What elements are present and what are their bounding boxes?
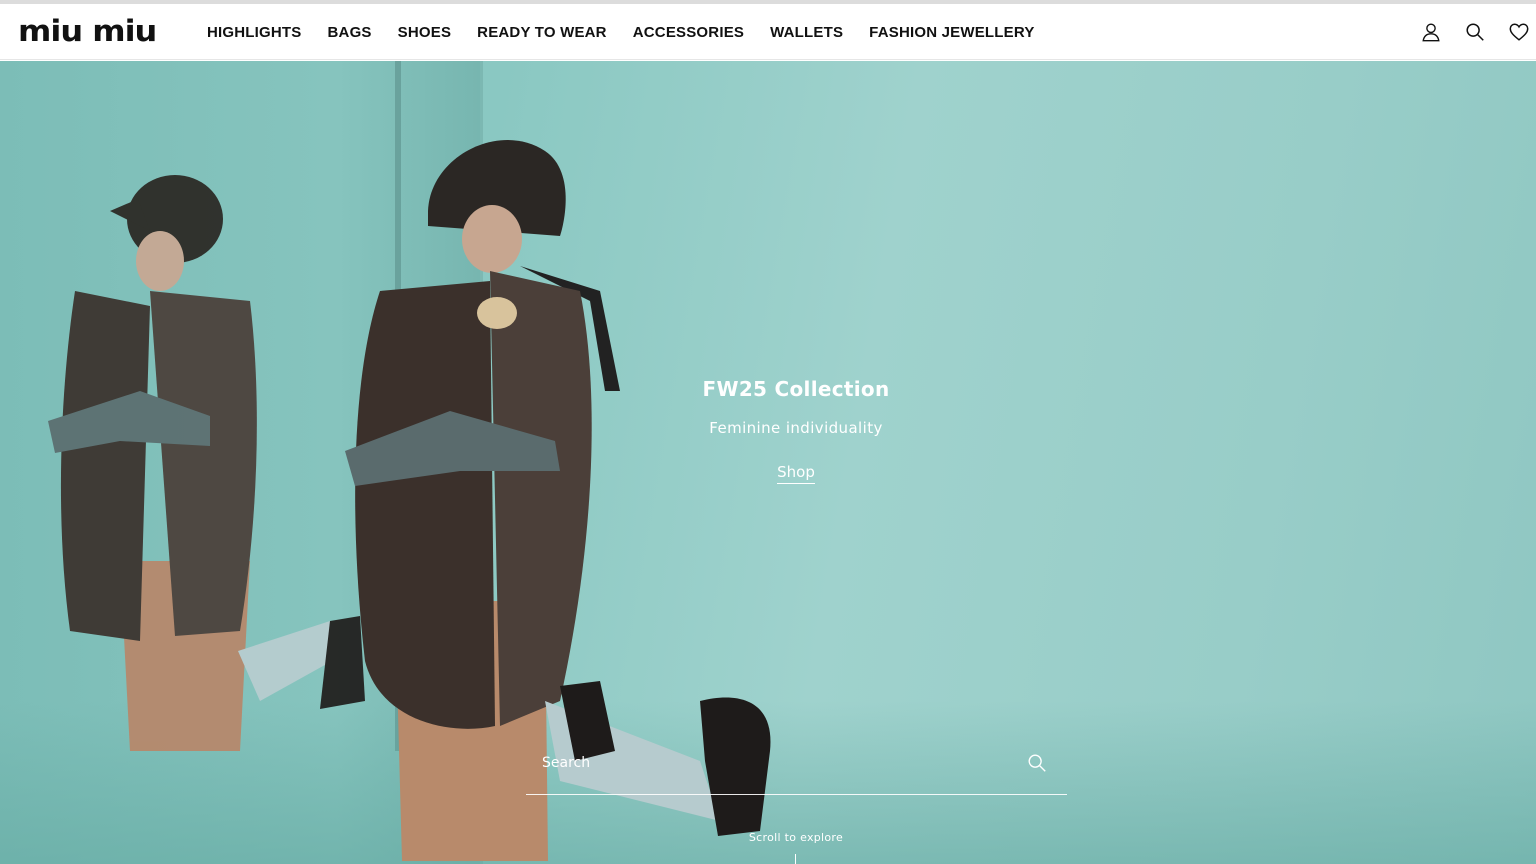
nav-item-highlights[interactable]: HIGHLIGHTS [207, 24, 302, 41]
hero-title: FW25 Collection [702, 377, 890, 401]
brand-logo[interactable]: miu miu [18, 16, 180, 46]
search-icon[interactable] [1464, 21, 1486, 43]
scroll-to-explore-label: Scroll to explore [748, 831, 844, 844]
hero-subtitle: Feminine individuality [709, 419, 883, 437]
wishlist-heart-icon[interactable] [1508, 21, 1530, 43]
main-nav: HIGHLIGHTS BAGS SHOES READY TO WEAR ACCE… [207, 4, 1035, 60]
brand-logo-text: miu miu [18, 13, 157, 49]
nav-item-shoes[interactable]: SHOES [398, 24, 452, 41]
hero-search-bar [526, 737, 1067, 795]
hero-search-icon[interactable] [1026, 752, 1048, 774]
nav-item-fashion-jewellery[interactable]: FASHION JEWELLERY [869, 24, 1034, 41]
account-icon[interactable] [1420, 21, 1442, 43]
hero-shop-link[interactable]: Shop [777, 463, 815, 484]
model-reflection-figure [48, 175, 365, 751]
nav-item-ready-to-wear[interactable]: READY TO WEAR [477, 24, 607, 41]
site-header: miu miu HIGHLIGHTS BAGS SHOES READY TO W… [0, 4, 1536, 60]
nav-item-accessories[interactable]: ACCESSORIES [633, 24, 744, 41]
header-icon-group [1420, 4, 1530, 60]
hero-banner: FW25 Collection Feminine individuality S… [0, 61, 1536, 864]
nav-item-wallets[interactable]: WALLETS [770, 24, 843, 41]
hero-search-input[interactable] [542, 751, 1012, 775]
nav-item-bags[interactable]: BAGS [328, 24, 372, 41]
scroll-indicator-line [795, 854, 796, 864]
hero-content: FW25 Collection Feminine individuality S… [596, 377, 996, 484]
